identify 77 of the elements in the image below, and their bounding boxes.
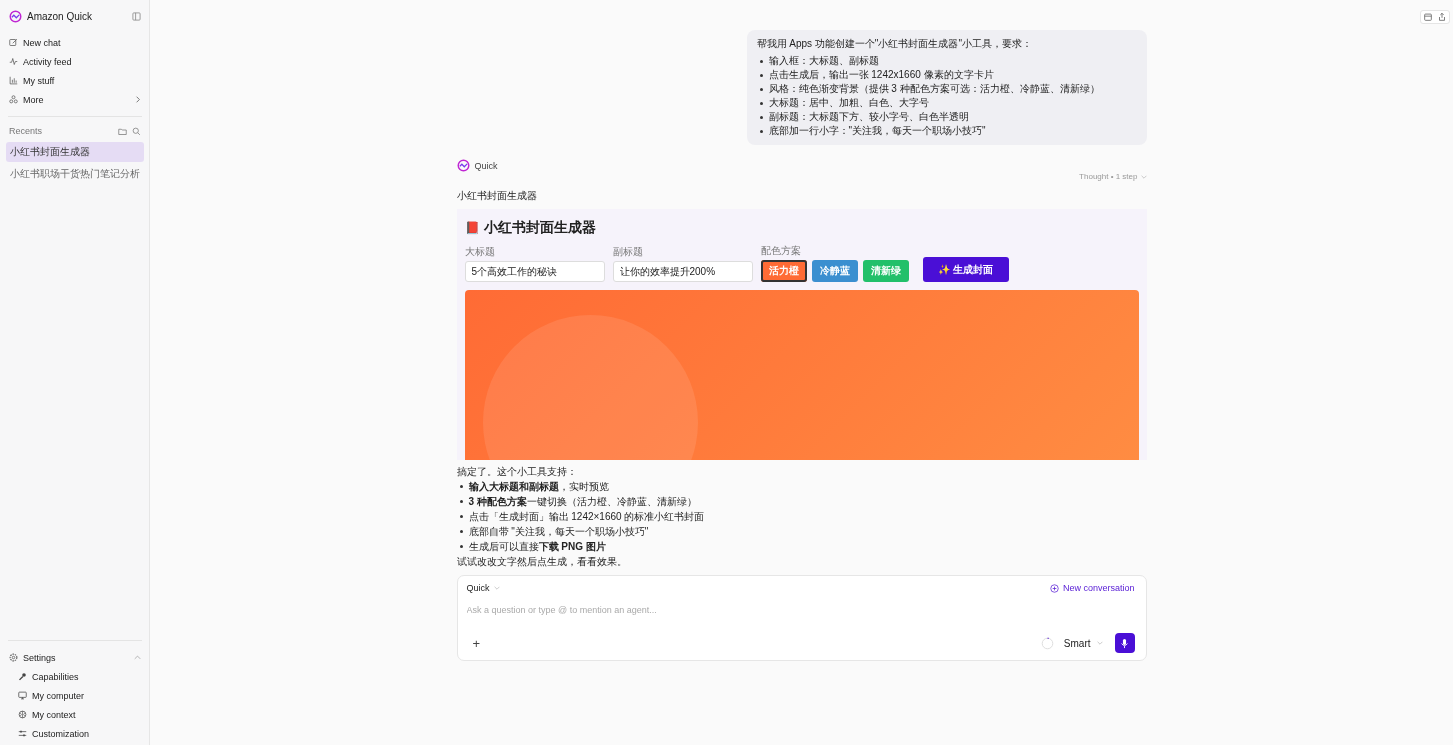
settings-subitem[interactable]: My computer: [6, 686, 144, 705]
bullet-dot: [459, 485, 463, 488]
chevron-down-icon: [493, 586, 500, 590]
app-heading: 小红书封面生成器: [483, 219, 596, 237]
feature-item: 生成后可以直接下载 PNG 图片: [468, 540, 606, 554]
logo-icon: [9, 10, 22, 23]
bullet-dot: [759, 101, 763, 105]
recent-chat-item[interactable]: 小红书封面生成器: [6, 142, 144, 162]
text-input-field[interactable]: 5个高效工作的秘诀: [464, 261, 605, 282]
plus-circle-icon: [1049, 583, 1059, 593]
message-input-field[interactable]: Ask a question or type @ to mention an agent...: [466, 605, 1135, 615]
bullet-dot: [759, 59, 763, 63]
new-conversation-link[interactable]: New conversation: [1062, 583, 1135, 593]
text-input-field[interactable]: 让你的效率提升200%: [612, 261, 753, 282]
bullet-dot: [759, 87, 763, 91]
reply-text: 试试改改文字然后点生成，看看效果。: [456, 555, 628, 569]
loading-spinner-icon: [1040, 636, 1054, 650]
recents-heading: Recents: [9, 126, 44, 136]
bullet-dot: [459, 530, 463, 533]
agent-selector[interactable]: Quick: [466, 583, 490, 593]
feature-item: 输入大标题和副标题，实时预览: [468, 480, 609, 494]
requirement-item: 底部加一行小字："关注我，每天一个职场小技巧": [768, 124, 986, 138]
settings-item[interactable]: Settings: [6, 648, 144, 667]
calendar-icon[interactable]: [1423, 12, 1433, 22]
wrench-icon: [18, 672, 27, 681]
requirement-item: 风格：纯色渐变背景（提供 3 种配色方案可选：活力橙、冷静蓝、清新绿）: [768, 82, 1100, 96]
field-label: 大标题: [464, 245, 496, 259]
sidebar-toggle-icon[interactable]: [132, 12, 141, 21]
chevron-down-icon: [1140, 174, 1147, 179]
requirement-item: 大标题：居中、加粗、白色、大字号: [768, 96, 929, 110]
folder-icon[interactable]: [118, 126, 127, 136]
field-label: 配色方案: [760, 244, 802, 258]
settings-subitem[interactable]: Customization: [6, 724, 144, 743]
monitor-icon: [18, 691, 27, 700]
pencil-square-icon: [9, 38, 18, 47]
pulse-icon: [9, 57, 18, 66]
requirement-item: 副标题：大标题下方、较小字号、白色半透明: [768, 110, 969, 124]
search-icon[interactable]: [132, 126, 141, 136]
bullet-dot: [759, 115, 763, 119]
bullet-dot: [459, 515, 463, 518]
feature-item: 3 种配色方案一键切换（活力橙、冷静蓝、清新绿）: [468, 495, 697, 509]
assistant-logo-icon: [456, 159, 470, 172]
feature-item: 点击「生成封面」输出 1242×1660 的标准小红书封面: [468, 510, 705, 524]
nodes-icon: [9, 95, 18, 104]
attach-button[interactable]: +: [466, 635, 487, 651]
sliders-icon: [18, 729, 27, 738]
app-title: 小红书封面生成器: [456, 189, 538, 203]
book-emoji: 📕: [464, 221, 480, 235]
generate-button[interactable]: ✨ 生成封面: [922, 257, 1009, 282]
bullet-dot: [459, 545, 463, 548]
message-text: 帮我用 Apps 功能创建一个"小红书封面生成器"小工具，要求：: [756, 37, 1033, 51]
chevron-down-icon: [1096, 641, 1103, 645]
requirement-item: 点击生成后，输出一张 1242x1660 像素的文字卡片: [768, 68, 994, 82]
chevron-right-icon: [135, 96, 141, 103]
bullet-dot: [459, 500, 463, 503]
nav-item[interactable]: Activity feed: [6, 52, 144, 71]
nav-item[interactable]: New chat: [6, 33, 144, 52]
recent-chat-item[interactable]: 小红书职场干货热门笔记分析: [6, 164, 144, 184]
requirement-item: 输入框：大标题、副标题: [768, 54, 879, 68]
bar-chart-icon: [9, 76, 18, 85]
share-icon[interactable]: [1437, 12, 1447, 22]
assistant-name: Quick: [474, 160, 498, 171]
bullet-dot: [759, 73, 763, 77]
nav-item[interactable]: My stuff: [6, 71, 144, 90]
brain-icon: [18, 710, 27, 719]
settings-icon: [9, 653, 18, 662]
brand-name: Amazon Quick: [27, 11, 94, 22]
nav-item[interactable]: More: [6, 90, 144, 109]
settings-subitem[interactable]: My context: [6, 705, 144, 724]
settings-subitem[interactable]: Capabilities: [6, 667, 144, 686]
microphone-icon: [1119, 637, 1130, 649]
feature-item: 底部自带 "关注我，每天一个职场小技巧": [468, 525, 649, 539]
mode-selector[interactable]: Smart: [1063, 637, 1091, 649]
bullet-dot: [759, 129, 763, 133]
reply-text: 搞定了。这个小工具支持：: [456, 465, 578, 479]
microphone-button[interactable]: [1114, 633, 1135, 653]
field-label: 副标题: [612, 245, 644, 259]
